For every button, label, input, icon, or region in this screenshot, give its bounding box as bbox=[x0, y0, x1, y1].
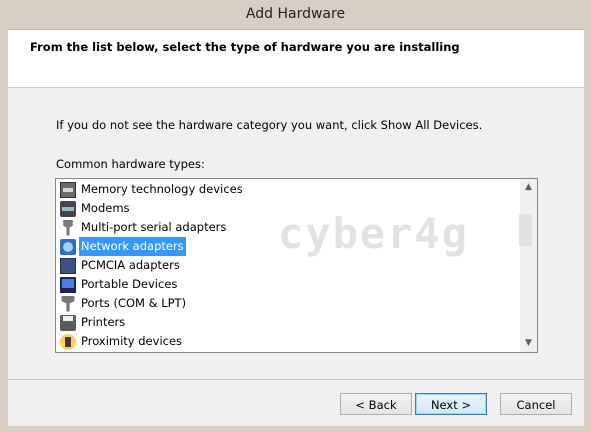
hardware-type-list[interactable]: Memory technology devices Modems Multi-p… bbox=[55, 178, 538, 353]
list-item-portable-devices[interactable]: Portable Devices bbox=[60, 275, 179, 294]
instruction-text: If you do not see the hardware category … bbox=[56, 118, 483, 132]
window-title: Add Hardware bbox=[0, 0, 591, 29]
list-item-label: PCMCIA adapters bbox=[81, 258, 180, 272]
list-item-pcmcia-adapters[interactable]: PCMCIA adapters bbox=[60, 256, 182, 275]
list-item-label: Ports (COM & LPT) bbox=[81, 296, 187, 310]
scroll-down-arrow-icon[interactable]: ▼ bbox=[520, 335, 537, 352]
list-label: Common hardware types: bbox=[56, 157, 205, 171]
modem-icon bbox=[60, 200, 76, 217]
list-item-memory-technology-devices[interactable]: Memory technology devices bbox=[60, 180, 245, 199]
list-item-printers[interactable]: Printers bbox=[60, 313, 127, 332]
list-item-label: Modems bbox=[81, 201, 130, 215]
list-item-label: Memory technology devices bbox=[81, 182, 243, 196]
scroll-up-arrow-icon[interactable]: ▲ bbox=[520, 179, 537, 196]
list-item-label: Network adapters bbox=[79, 237, 186, 256]
network-adapter-icon bbox=[60, 238, 76, 255]
portable-device-icon bbox=[60, 276, 76, 293]
wizard-header: From the list below, select the type of … bbox=[8, 30, 584, 88]
footer-divider bbox=[8, 379, 584, 380]
header-text: From the list below, select the type of … bbox=[30, 40, 460, 54]
watermark-cursor-block bbox=[519, 214, 532, 246]
list-item-modems[interactable]: Modems bbox=[60, 199, 132, 218]
watermark: cyber4g bbox=[278, 209, 470, 258]
back-button[interactable]: < Back bbox=[340, 393, 412, 415]
list-item-label: Printers bbox=[81, 315, 126, 329]
list-item-multi-port-serial-adapters[interactable]: Multi-port serial adapters bbox=[60, 218, 228, 237]
cancel-button[interactable]: Cancel bbox=[500, 393, 572, 415]
list-item-label: Portable Devices bbox=[81, 277, 178, 291]
pcmcia-icon bbox=[60, 257, 76, 274]
list-item-label: Multi-port serial adapters bbox=[81, 220, 227, 234]
serial-adapter-icon bbox=[63, 219, 73, 236]
list-item-proximity-devices[interactable]: Proximity devices bbox=[60, 332, 184, 351]
list-item-ports-com-lpt[interactable]: Ports (COM & LPT) bbox=[60, 294, 188, 313]
list-item-label: Proximity devices bbox=[81, 334, 183, 348]
list-item-network-adapters[interactable]: Network adapters bbox=[60, 237, 186, 256]
list-scrollbar[interactable]: ▲ ▼ bbox=[520, 179, 537, 352]
proximity-icon bbox=[60, 333, 76, 350]
memory-icon bbox=[60, 181, 76, 198]
printer-icon bbox=[60, 314, 76, 331]
port-icon bbox=[61, 295, 75, 312]
next-button[interactable]: Next > bbox=[415, 393, 487, 415]
